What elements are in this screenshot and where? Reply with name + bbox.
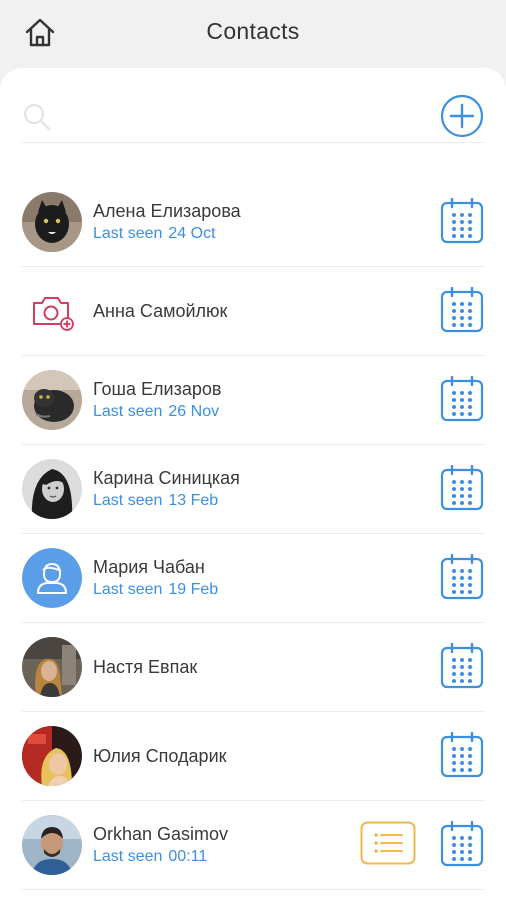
- last-seen: Last seen 13 Feb: [93, 492, 219, 509]
- calendar-button[interactable]: [440, 286, 484, 333]
- last-seen: Last seen 26 Nov: [93, 403, 220, 420]
- add-contact-button[interactable]: [440, 94, 484, 138]
- calendar-button[interactable]: [440, 731, 484, 778]
- contact-name: Алена Елизарова: [93, 201, 241, 221]
- avatar: [22, 192, 82, 252]
- calendar-button[interactable]: [440, 820, 484, 867]
- list-icon: [360, 821, 416, 865]
- contacts-list: Алена Елизарова Last seen 24 Oct Анна Са…: [22, 178, 484, 890]
- calendar-button[interactable]: [440, 464, 484, 511]
- contact-row[interactable]: Карина Синицкая Last seen 13 Feb: [22, 445, 484, 534]
- contact-name: Юлия Сподарик: [93, 746, 227, 766]
- search-icon: [23, 103, 51, 131]
- contact-name: Мария Чабан: [93, 557, 205, 577]
- calendar-icon: [440, 464, 484, 511]
- camera-plus-icon: [33, 297, 74, 331]
- contact-name: Карина Синицкая: [93, 468, 240, 488]
- calendar-button[interactable]: [440, 375, 484, 422]
- calendar-icon: [440, 197, 484, 244]
- header: Contacts: [0, 0, 506, 66]
- avatar: [22, 459, 82, 519]
- avatar: [22, 637, 82, 697]
- contact-name: Orkhan Gasimov: [93, 824, 229, 844]
- person-icon: [22, 548, 82, 608]
- search-input[interactable]: [60, 100, 424, 134]
- avatar: [22, 726, 82, 786]
- contact-row[interactable]: Гоша Елизаров Last seen 26 Nov: [22, 356, 484, 445]
- last-seen: Last seen 24 Oct: [93, 225, 216, 242]
- contact-row[interactable]: Анна Самойлюк: [22, 267, 484, 356]
- plus-circle-icon: [440, 94, 484, 138]
- calendar-button[interactable]: [440, 553, 484, 600]
- contact-row[interactable]: Orkhan Gasimov Last seen 00:11: [22, 801, 484, 890]
- calendar-button[interactable]: [440, 642, 484, 689]
- notes-button[interactable]: [360, 821, 416, 865]
- calendar-icon: [440, 553, 484, 600]
- contact-row[interactable]: Юлия Сподарик: [22, 712, 484, 801]
- avatar: [22, 548, 82, 608]
- contact-row[interactable]: Алена Елизарова Last seen 24 Oct: [22, 178, 484, 267]
- calendar-button[interactable]: [440, 197, 484, 244]
- calendar-icon: [440, 820, 484, 867]
- contact-row[interactable]: Мария Чабан Last seen 19 Feb: [22, 534, 484, 623]
- contacts-card: Алена Елизарова Last seen 24 Oct Анна Са…: [0, 68, 506, 900]
- page-title: Contacts: [206, 18, 300, 44]
- last-seen: Last seen 19 Feb: [93, 581, 219, 598]
- calendar-icon: [440, 375, 484, 422]
- contact-name: Гоша Елизаров: [93, 379, 222, 399]
- calendar-icon: [440, 642, 484, 689]
- add-photo-button[interactable]: [22, 281, 82, 341]
- avatar: [22, 370, 82, 430]
- contact-row[interactable]: Настя Евпак: [22, 623, 484, 712]
- last-seen: Last seen 00:11: [93, 848, 208, 865]
- contact-name: Анна Самойлюк: [93, 301, 228, 321]
- avatar: [22, 815, 82, 875]
- contact-name: Настя Евпак: [93, 657, 198, 677]
- search-bar: [22, 92, 484, 143]
- calendar-icon: [440, 731, 484, 778]
- calendar-icon: [440, 286, 484, 333]
